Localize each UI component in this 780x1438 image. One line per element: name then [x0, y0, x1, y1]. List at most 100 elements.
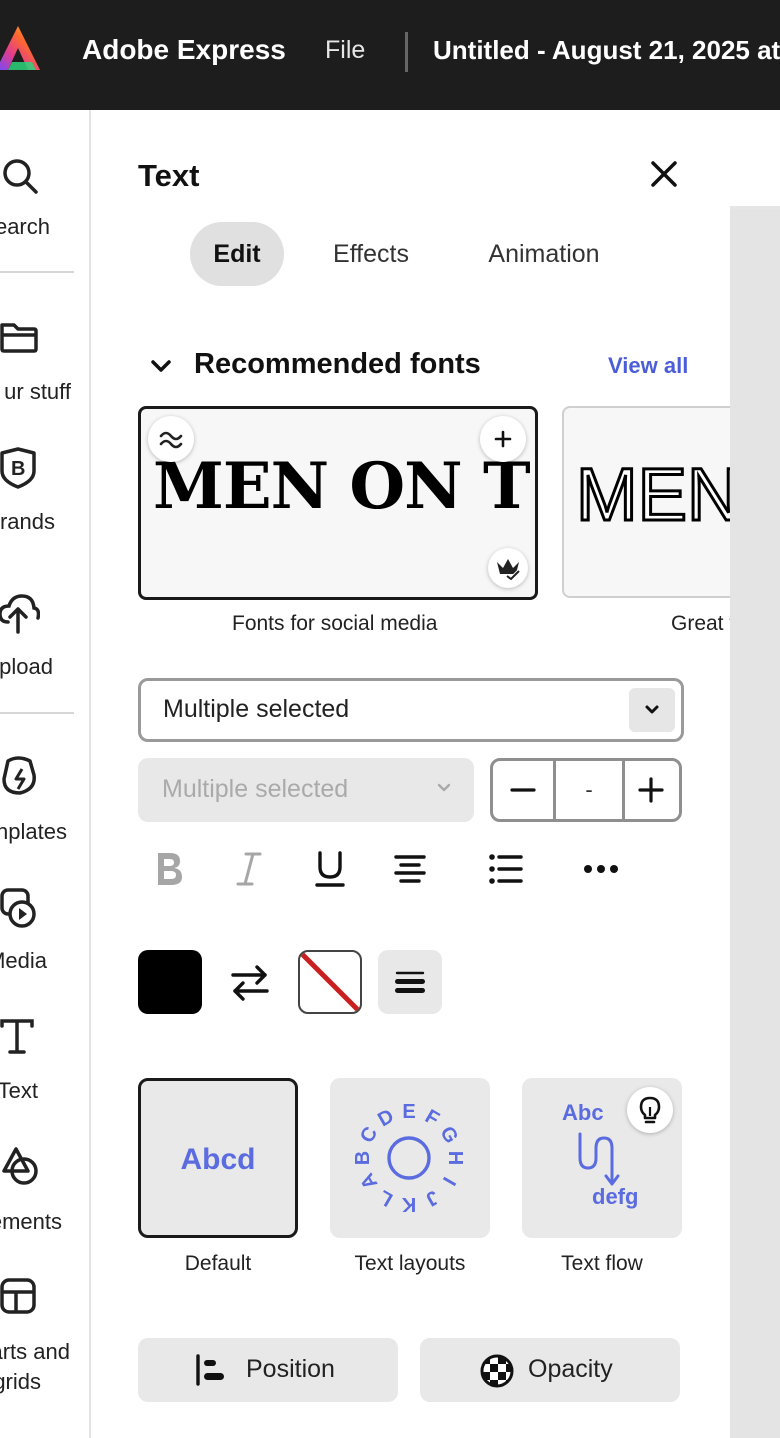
- bullet-list-icon: [489, 854, 523, 884]
- search-icon: [3, 159, 38, 194]
- underline-icon: [315, 851, 345, 887]
- document-title[interactable]: Untitled - August 21, 2025 at 16: [433, 35, 780, 66]
- text-icon: [0, 1019, 34, 1054]
- nav-label-elements: ements: [0, 1209, 62, 1234]
- font-family-dropdown-button[interactable]: [629, 688, 675, 732]
- layout-text-layouts-tile[interactable]: A B C D E F G H I J K L: [330, 1078, 490, 1238]
- nav-item-media[interactable]: Media: [0, 886, 88, 981]
- app-title: Adobe Express: [82, 34, 286, 65]
- upload-icon: [0, 594, 40, 634]
- brand-icon: B: [0, 447, 36, 489]
- nav-item-search[interactable]: earch: [0, 150, 88, 240]
- font-card-social-media[interactable]: MEN ON T: [138, 406, 538, 600]
- plus-icon: [637, 777, 664, 803]
- nav-label-your-stuff: ur stuff: [4, 379, 71, 404]
- chevron-down-icon: [437, 783, 451, 792]
- layout-default-tile[interactable]: Abcd: [138, 1078, 298, 1238]
- panel-title: Text: [138, 158, 200, 193]
- close-icon[interactable]: [647, 157, 681, 191]
- tab-edit[interactable]: Edit: [190, 222, 284, 286]
- nav-item-upload[interactable]: pload: [0, 592, 88, 687]
- svg-text:D: D: [374, 1105, 398, 1131]
- bold-button[interactable]: [141, 844, 197, 894]
- left-nav-rail: earch ur stuff B rands pload nplates edi…: [0, 110, 91, 1438]
- background-color-none-swatch[interactable]: [298, 950, 362, 1014]
- top-bar: Adobe Express File Untitled - August 21,…: [0, 0, 780, 110]
- nav-label-media: Media: [0, 948, 47, 973]
- italic-icon: [236, 852, 262, 886]
- bullet-list-button[interactable]: [478, 844, 534, 894]
- folder-icon: [0, 323, 38, 353]
- lightbulb-icon[interactable]: [627, 1087, 673, 1133]
- more-icon: [584, 865, 618, 873]
- svg-text:F: F: [421, 1106, 443, 1131]
- canvas-toolbar: [730, 110, 780, 209]
- nav-separator: [0, 271, 74, 273]
- font-size-stepper[interactable]: -: [490, 758, 682, 822]
- canvas-background: [730, 209, 780, 1438]
- svg-text:I: I: [438, 1173, 460, 1189]
- nav-item-text[interactable]: Text: [0, 1018, 88, 1113]
- view-all-link[interactable]: View all: [608, 353, 688, 379]
- chevron-down-icon[interactable]: [149, 356, 173, 376]
- recommended-fonts-heading: Recommended fonts: [194, 348, 481, 380]
- nav-separator: [0, 712, 74, 714]
- nav-label-grids-line1: arts and: [0, 1339, 70, 1364]
- nav-item-your-stuff[interactable]: ur stuff: [0, 315, 88, 410]
- layout-text-flow-tile[interactable]: Abc defg: [522, 1078, 682, 1238]
- position-icon: [196, 1354, 224, 1386]
- font-style-dropdown[interactable]: Multiple selected: [138, 758, 474, 822]
- premium-crown-icon: [488, 548, 528, 588]
- adobe-express-logo-icon[interactable]: [0, 22, 44, 74]
- align-center-button[interactable]: [382, 844, 438, 894]
- svg-text:B: B: [352, 1151, 374, 1165]
- position-button[interactable]: Position: [138, 1338, 398, 1402]
- nav-item-elements[interactable]: ements: [0, 1147, 88, 1242]
- elements-icon: [2, 1147, 38, 1185]
- chevron-down-icon: [645, 705, 659, 714]
- nav-item-templates[interactable]: nplates: [0, 755, 88, 850]
- italic-button[interactable]: [221, 844, 277, 894]
- font-card-second[interactable]: MEN: [562, 406, 756, 598]
- svg-text:A: A: [356, 1169, 382, 1193]
- line-spacing-icon: [395, 971, 425, 993]
- align-center-icon: [394, 855, 426, 883]
- more-options-button[interactable]: [573, 844, 629, 894]
- font-size-value[interactable]: -: [553, 761, 625, 819]
- nav-label-search: earch: [0, 214, 50, 239]
- font-size-increment-button[interactable]: [622, 761, 679, 819]
- templates-icon: [2, 756, 36, 795]
- font-card-caption: Great f: [671, 612, 736, 635]
- nav-label-text: Text: [0, 1078, 38, 1103]
- font-size-decrement-button[interactable]: [493, 761, 553, 819]
- opacity-button[interactable]: Opacity: [420, 1338, 680, 1402]
- nav-label-upload: pload: [0, 654, 53, 679]
- bold-icon: [158, 853, 182, 885]
- tab-effects[interactable]: Effects: [313, 222, 429, 286]
- underline-button[interactable]: [302, 844, 358, 894]
- position-label: Position: [246, 1355, 335, 1383]
- font-pairing-icon[interactable]: [148, 416, 194, 462]
- swap-colors-icon[interactable]: [227, 962, 273, 1004]
- font-family-dropdown[interactable]: Multiple selected: [138, 678, 684, 742]
- line-spacing-button[interactable]: [378, 950, 442, 1014]
- svg-text:B: B: [11, 458, 25, 480]
- file-menu[interactable]: File: [325, 36, 365, 65]
- circular-text-icon: A B C D E F G H I J K L: [352, 1101, 466, 1215]
- nav-label-templates: nplates: [0, 819, 67, 844]
- svg-text:J: J: [422, 1186, 443, 1211]
- header-divider: [405, 32, 408, 72]
- text-color-swatch[interactable]: [138, 950, 202, 1014]
- tab-animation[interactable]: Animation: [471, 222, 617, 286]
- minus-icon: [510, 788, 536, 792]
- layout-default-caption: Default: [184, 1252, 252, 1275]
- add-font-icon[interactable]: [480, 416, 526, 462]
- layout-default-sample: Abcd: [180, 1143, 256, 1176]
- grids-icon: [0, 1278, 36, 1314]
- nav-item-brands[interactable]: B rands: [0, 445, 88, 540]
- nav-label-brands: rands: [0, 509, 55, 534]
- text-flow-sample-bottom: defg: [592, 1184, 639, 1209]
- nav-item-grids[interactable]: arts and grids: [0, 1277, 88, 1394]
- font-style-value: Multiple selected: [162, 775, 349, 803]
- svg-text:E: E: [402, 1101, 415, 1123]
